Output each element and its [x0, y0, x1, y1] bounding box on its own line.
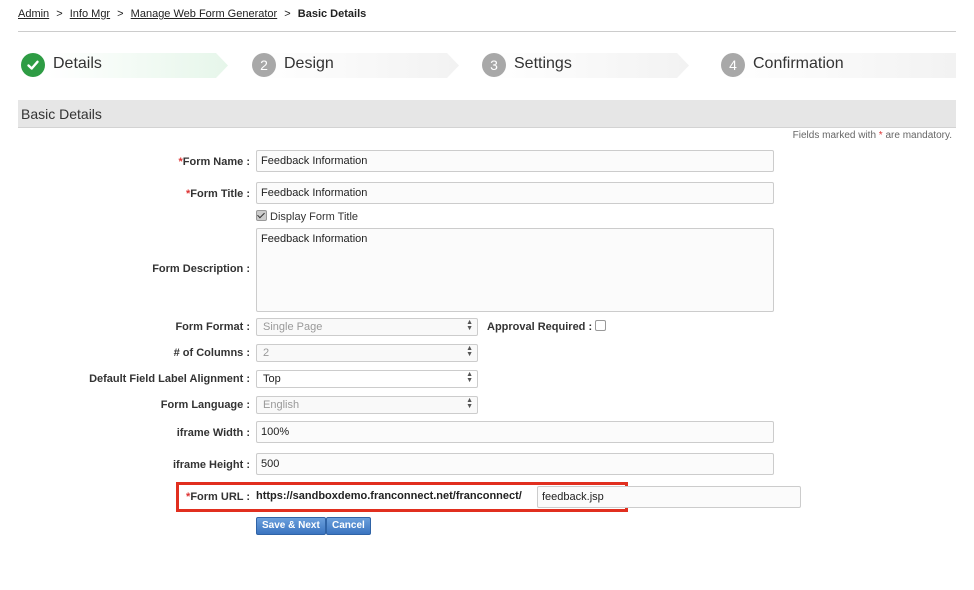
columns-select[interactable]: 2 ▲ ▼	[256, 344, 478, 362]
label-text: Approval Required :	[487, 321, 593, 333]
mandatory-note: Fields marked with * are mandatory.	[793, 130, 952, 141]
form-description-label: Form Description :	[152, 263, 250, 275]
cancel-button[interactable]: Cancel	[326, 517, 371, 535]
checkbox-label: Display Form Title	[270, 211, 359, 223]
approval-required-label: Approval Required :	[487, 320, 609, 333]
iframe-width-label: iframe Width :	[176, 427, 250, 439]
label-text: Form Title :	[190, 188, 250, 200]
form-description-textarea[interactable]: Feedback Information	[256, 228, 774, 312]
breadcrumb-admin-link[interactable]: Admin	[18, 8, 49, 20]
step-settings[interactable]: 3 Settings	[479, 50, 689, 80]
display-form-title-checkbox[interactable]	[256, 210, 267, 221]
select-arrows-icon: ▲ ▼	[466, 345, 473, 358]
form-language-select[interactable]: English ▲ ▼	[256, 396, 478, 414]
form-title-input[interactable]: Feedback Information	[256, 182, 774, 204]
approval-required-checkbox[interactable]	[595, 320, 607, 331]
form-url-prefix: https://sandboxdemo.franconnect.net/fran…	[256, 490, 522, 502]
breadcrumb-info-mgr-link[interactable]: Info Mgr	[70, 8, 110, 20]
step-details[interactable]: Details	[18, 50, 228, 80]
iframe-height-label: iframe Height :	[172, 459, 250, 471]
form-format-label: Form Format :	[175, 321, 250, 333]
form-language-label: Form Language :	[160, 399, 250, 411]
label-alignment-label: Default Field Label Alignment :	[89, 373, 250, 385]
step-design[interactable]: 2 Design	[249, 50, 459, 80]
breadcrumb: Admin > Info Mgr > Manage Web Form Gener…	[18, 8, 366, 20]
iframe-height-input[interactable]: 500	[256, 453, 774, 475]
step-label: Settings	[514, 55, 572, 72]
section-header: Basic Details	[18, 100, 956, 128]
form-title-label: *Form Title :	[186, 188, 250, 200]
form-url-label: *Form URL :	[186, 491, 250, 503]
columns-label: # of Columns :	[173, 347, 250, 359]
select-arrows-icon: ▲ ▼	[466, 397, 473, 410]
select-value: Single Page	[263, 321, 323, 333]
step-number: 4	[721, 53, 745, 77]
form-format-select[interactable]: Single Page ▲ ▼	[256, 318, 478, 336]
form-url-input[interactable]: feedback.jsp	[537, 486, 801, 508]
iframe-width-input[interactable]: 100%	[256, 421, 774, 443]
mandatory-note-text: are mandatory.	[882, 130, 952, 141]
select-value: 2	[263, 347, 270, 359]
select-value: English	[263, 399, 300, 411]
breadcrumb-separator: >	[284, 8, 291, 20]
select-value: Top	[263, 373, 281, 385]
step-label: Design	[284, 55, 334, 72]
mandatory-note-text: Fields marked with	[792, 130, 879, 141]
label-text: Form URL :	[190, 491, 250, 503]
form-name-input[interactable]: Feedback Information	[256, 150, 774, 172]
step-confirmation[interactable]: 4 Confirmation	[718, 50, 956, 80]
breadcrumb-current: Basic Details	[297, 8, 367, 20]
form-name-label: *Form Name :	[178, 156, 250, 168]
breadcrumb-separator: >	[117, 8, 124, 20]
display-form-title-option[interactable]: Display Form Title	[256, 210, 358, 223]
label-alignment-select[interactable]: Top ▲ ▼	[256, 370, 478, 388]
step-number: 2	[252, 53, 276, 77]
select-arrows-icon: ▲ ▼	[466, 319, 473, 332]
breadcrumb-web-form-generator-link[interactable]: Manage Web Form Generator	[131, 8, 278, 20]
step-label: Details	[53, 55, 102, 72]
divider	[18, 31, 956, 32]
select-arrows-icon: ▲ ▼	[466, 371, 473, 384]
step-label: Confirmation	[753, 55, 844, 72]
check-icon	[21, 53, 45, 77]
wizard-steps: Details 2 Design 3 Settings 4 Confirmati…	[18, 50, 956, 80]
save-next-button[interactable]: Save & Next	[256, 517, 326, 535]
step-number: 3	[482, 53, 506, 77]
label-text: Form Name :	[182, 156, 250, 168]
breadcrumb-separator: >	[56, 8, 63, 20]
section-title: Basic Details	[21, 106, 102, 122]
